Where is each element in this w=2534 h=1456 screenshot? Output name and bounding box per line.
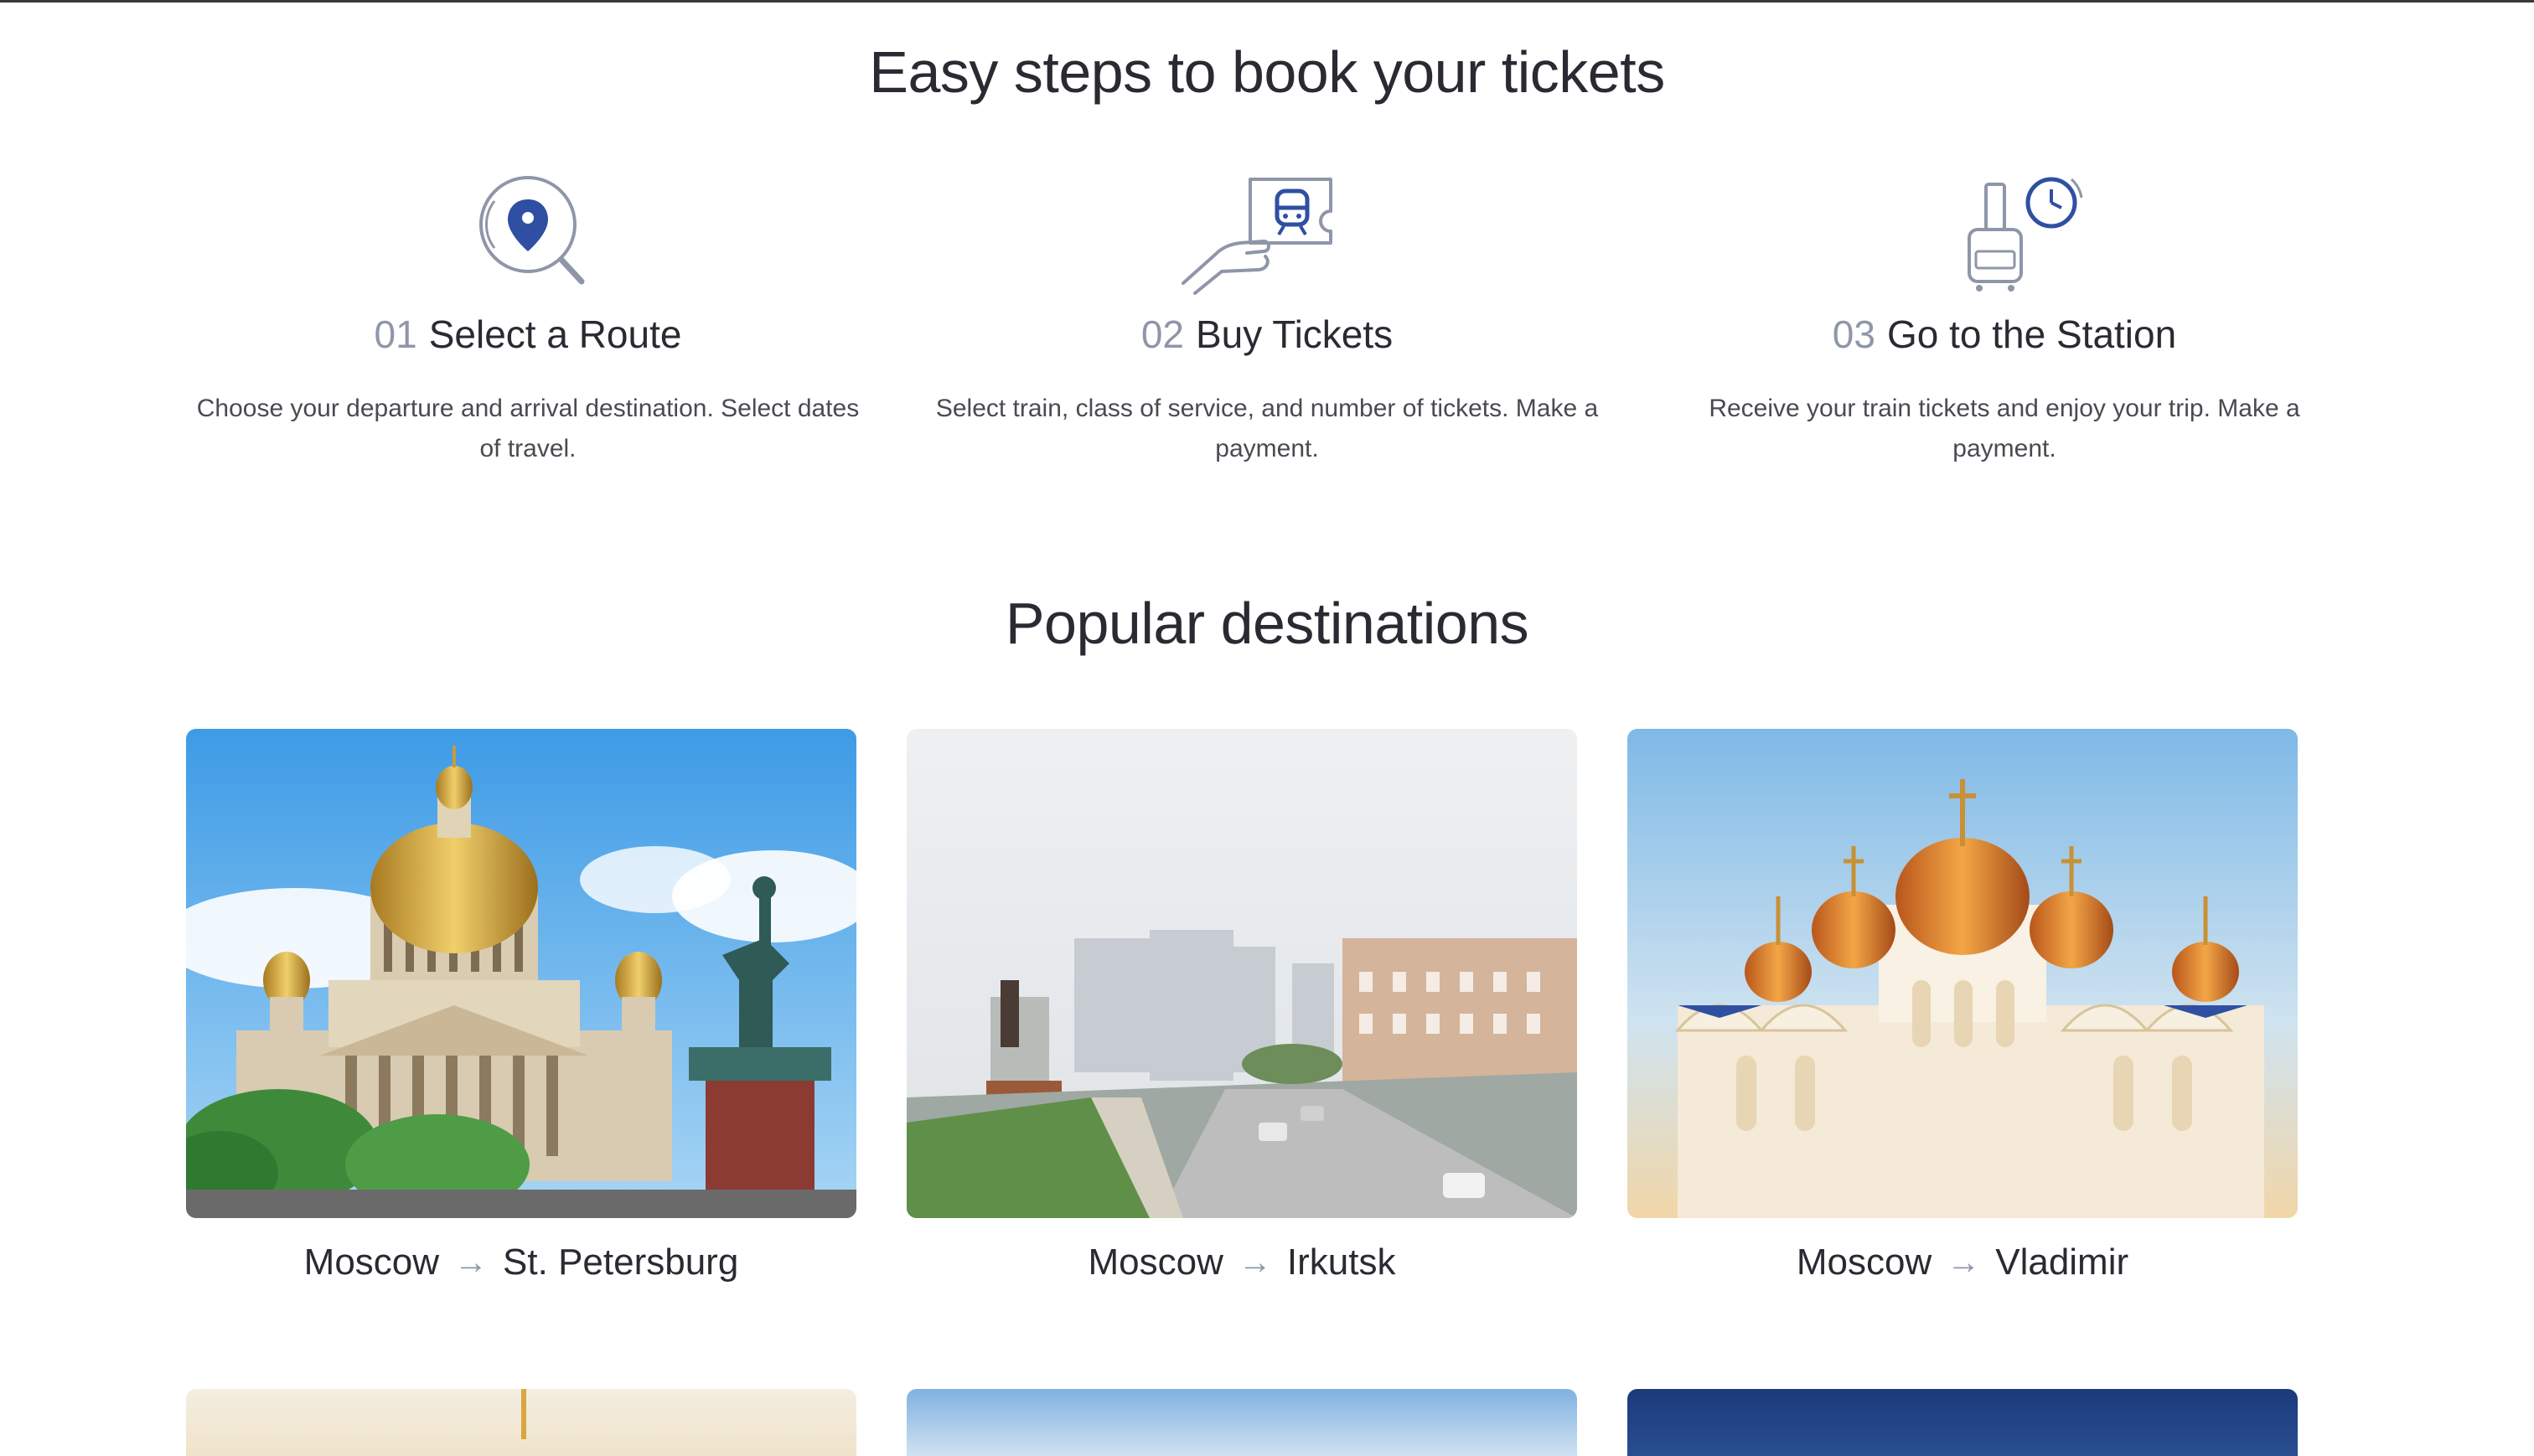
route-label: Moscow → Vladimir [1627, 1242, 2298, 1283]
step-title: 01 Select a Route [159, 312, 897, 357]
step-title-text: Go to the Station [1886, 312, 2177, 356]
spire-shape [521, 1389, 526, 1439]
step-title-text: Buy Tickets [1195, 312, 1394, 356]
step-number: 01 [374, 312, 417, 356]
step-title-text: Select a Route [428, 312, 682, 356]
st-petersburg-photo [186, 729, 856, 1218]
route-destination: St. Petersburg [503, 1242, 739, 1283]
route-destination: Irkutsk [1286, 1242, 1396, 1283]
step-title: 02 Buy Tickets [898, 312, 1636, 357]
steps-section-title: Easy steps to book your tickets [869, 39, 1665, 105]
destination-card-partial-2[interactable] [907, 1389, 1577, 1456]
destination-card-irkutsk[interactable]: Moscow → Irkutsk [907, 729, 1577, 1283]
vladimir-photo [1627, 729, 2298, 1218]
step-number: 03 [1832, 312, 1875, 356]
route-origin: Moscow [303, 1242, 440, 1283]
arrow-right-icon: → [1947, 1243, 1981, 1281]
destination-card-st-petersburg[interactable]: Moscow → St. Petersburg [186, 729, 856, 1283]
step-go-to-station: 03 Go to the Station Receive your train t… [1636, 168, 2373, 469]
destination-card-partial-1[interactable] [186, 1389, 856, 1456]
popular-destinations-title: Popular destinations [1005, 591, 1529, 656]
route-origin: Moscow [1088, 1242, 1223, 1283]
step-title: 03 Go to the Station [1636, 312, 2373, 357]
arrow-right-icon: → [454, 1243, 489, 1281]
map-search-icon [479, 176, 585, 285]
step-buy-tickets: 02 Buy Tickets Select train, class of ser… [898, 168, 1636, 469]
luggage-clock-icon [1968, 177, 2083, 292]
destination-card-vladimir[interactable]: Moscow → Vladimir [1627, 729, 2298, 1283]
top-border [0, 0, 2534, 3]
ticket-hand-icon [1182, 178, 1332, 295]
destination-card-partial-3[interactable] [1627, 1389, 2298, 1456]
step-number: 02 [1140, 312, 1184, 356]
route-origin: Moscow [1796, 1242, 1932, 1283]
arrow-right-icon: → [1238, 1243, 1272, 1281]
route-label: Moscow → St. Petersburg [186, 1242, 856, 1283]
step-description: Receive your train tickets and enjoy you… [1709, 395, 2300, 462]
route-destination: Vladimir [1995, 1242, 2129, 1283]
irkutsk-photo [907, 729, 1577, 1218]
route-label: Moscow → Irkutsk [907, 1242, 1577, 1283]
step-select-route: 01 Select a Route Choose your departure a… [159, 168, 897, 469]
step-description: Choose your departure and arrival destin… [196, 395, 860, 462]
step-description: Select train, class of service, and numb… [935, 395, 1599, 462]
